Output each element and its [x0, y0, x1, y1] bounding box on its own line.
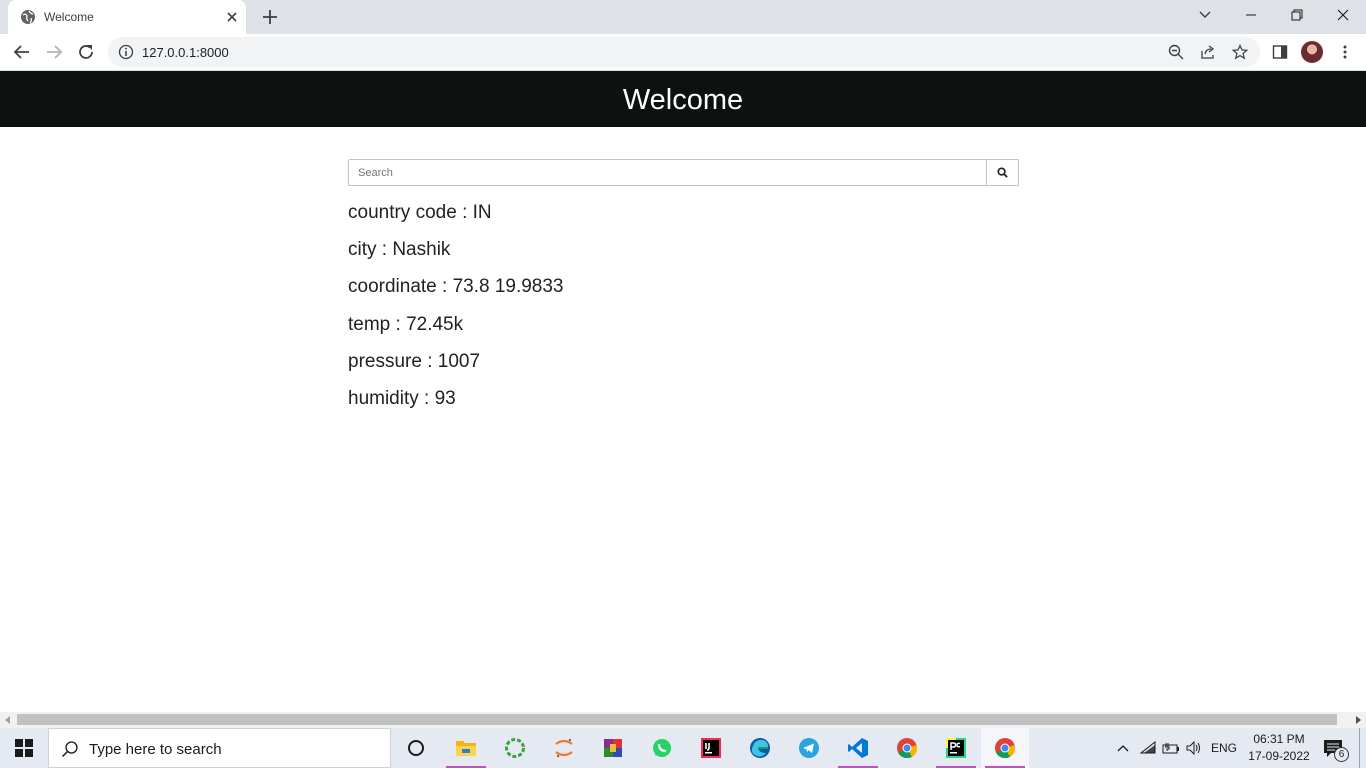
country-code-text: country code : IN — [348, 202, 492, 223]
speaker-icon — [1186, 741, 1200, 755]
zoom-icon[interactable] — [1168, 44, 1184, 60]
network-button[interactable] — [1138, 728, 1158, 768]
edge-icon — [750, 738, 770, 758]
tab-title: Welcome — [44, 10, 94, 24]
reload-icon — [79, 45, 93, 59]
close-window-button[interactable] — [1320, 0, 1366, 30]
taskbar-file-explorer[interactable] — [442, 728, 490, 768]
page-header: Welcome — [0, 71, 1366, 127]
profile-avatar[interactable] — [1301, 41, 1323, 63]
jupyter-icon — [555, 738, 573, 758]
browser-tab[interactable]: Welcome — [8, 0, 246, 34]
intellij-icon — [701, 738, 721, 758]
weather-info-list: country code : IN city : Nashik coordina… — [348, 201, 564, 424]
address-bar[interactable]: 127.0.0.1:8000 — [108, 37, 1260, 67]
horizontal-scrollbar[interactable] — [0, 712, 1366, 728]
browser-tabstrip: Welcome — [0, 0, 1366, 34]
kebab-menu-icon — [1343, 45, 1347, 59]
coordinate-text: coordinate : 73.8 19.9833 — [348, 276, 564, 298]
temp-text: temp : 72.45k — [348, 313, 464, 335]
scroll-right-arrow-icon[interactable] — [1356, 716, 1361, 724]
tray-overflow-button[interactable] — [1113, 728, 1133, 768]
taskbar-jupyter[interactable] — [540, 728, 588, 768]
close-tab-icon[interactable] — [224, 9, 240, 25]
cortana-icon — [408, 740, 424, 756]
show-desktop-button[interactable] — [1359, 728, 1360, 768]
restore-icon — [1291, 9, 1303, 21]
taskbar-vscode[interactable] — [834, 728, 882, 768]
search-icon — [61, 741, 78, 758]
taskbar-clock[interactable]: 06:31 PM 17-09-2022 — [1244, 731, 1314, 765]
taskbar-green-ring-app[interactable] — [491, 728, 539, 768]
whatsapp-icon — [653, 739, 671, 757]
volume-button[interactable] — [1184, 728, 1204, 768]
telegram-icon — [799, 738, 819, 758]
battery-icon — [1162, 743, 1179, 754]
page-content: Welcome country code : IN city : Nashik … — [0, 71, 1366, 712]
city-text: city : Nashik — [348, 239, 451, 261]
taskbar-search-placeholder: Type here to search — [89, 741, 222, 758]
search-icon — [997, 167, 1008, 178]
chevron-down-icon — [1199, 11, 1211, 18]
green-ring-icon — [505, 738, 525, 758]
restore-button[interactable] — [1274, 0, 1320, 30]
globe-icon — [21, 10, 35, 24]
windows-logo-icon — [15, 739, 33, 757]
clock-time: 06:31 PM — [1253, 732, 1305, 746]
minimize-icon — [1246, 14, 1256, 16]
taskbar-search-box[interactable]: Type here to search — [48, 728, 391, 768]
browser-toolbar: 127.0.0.1:8000 — [0, 34, 1366, 71]
cortana-button[interactable] — [392, 728, 440, 768]
taskbar-edge[interactable] — [736, 728, 784, 768]
reload-button[interactable] — [76, 42, 96, 62]
pressure-text: pressure : 1007 — [348, 350, 481, 372]
search-input[interactable] — [348, 159, 987, 186]
forward-button[interactable] — [44, 42, 64, 62]
tab-search-button[interactable] — [1182, 0, 1228, 30]
language-indicator[interactable]: ENG — [1211, 741, 1237, 755]
close-icon — [1337, 9, 1349, 21]
taskbar-winrar[interactable] — [589, 728, 637, 768]
page-title: Welcome — [622, 84, 744, 116]
scrollbar-thumb[interactable] — [17, 714, 1337, 725]
bookmark-star-icon[interactable] — [1232, 44, 1248, 60]
info-icon[interactable] — [118, 44, 134, 60]
taskbar-whatsapp[interactable] — [638, 728, 686, 768]
folder-icon — [456, 741, 476, 756]
taskbar-chrome-active[interactable] — [981, 728, 1029, 768]
winrar-icon — [604, 739, 622, 757]
taskbar-telegram[interactable] — [785, 728, 833, 768]
windows-taskbar: Type here to search ENG 06:31 PM 17-09-2… — [0, 728, 1366, 768]
new-tab-icon[interactable] — [260, 7, 280, 27]
share-icon[interactable] — [1200, 44, 1216, 60]
search-button[interactable] — [986, 159, 1019, 186]
side-panel-icon — [1272, 45, 1288, 59]
taskbar-pycharm[interactable] — [932, 728, 980, 768]
scroll-left-arrow-icon[interactable] — [5, 716, 10, 724]
clock-date: 17-09-2022 — [1248, 749, 1310, 763]
humidity-text: humidity : 93 — [348, 387, 456, 409]
menu-button[interactable] — [1335, 42, 1355, 62]
arrow-left-icon — [13, 45, 29, 59]
arrow-right-icon — [47, 45, 63, 59]
side-panel-button[interactable] — [1270, 42, 1290, 62]
chrome-icon — [897, 738, 918, 759]
taskbar-chrome[interactable] — [883, 728, 931, 768]
pycharm-icon — [946, 738, 966, 758]
start-button[interactable] — [0, 728, 48, 768]
chrome-icon — [995, 738, 1016, 759]
minimize-button[interactable] — [1228, 0, 1274, 30]
battery-button[interactable] — [1160, 728, 1182, 768]
taskbar-intellij[interactable] — [687, 728, 735, 768]
chevron-up-icon — [1117, 745, 1129, 752]
wifi-icon — [1140, 741, 1156, 754]
notification-count-badge: 6 — [1334, 747, 1349, 762]
vscode-icon — [848, 738, 868, 758]
back-button[interactable] — [12, 42, 32, 62]
url-text[interactable]: 127.0.0.1:8000 — [142, 45, 229, 60]
